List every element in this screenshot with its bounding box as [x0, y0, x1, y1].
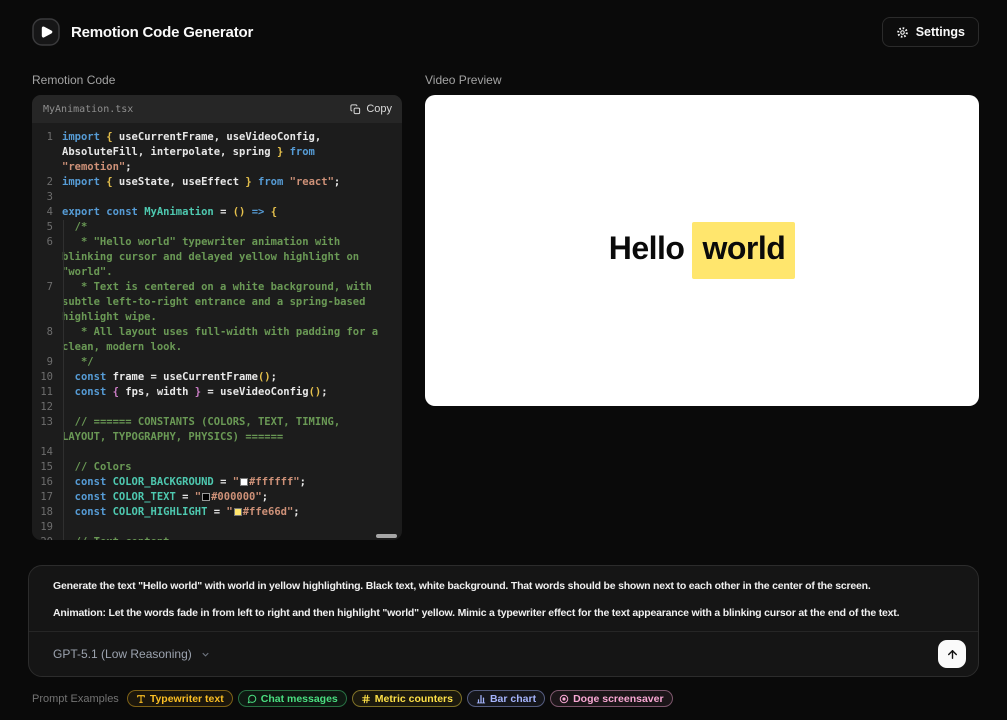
copy-icon: [350, 104, 361, 115]
preview-text-plain: Hello: [609, 230, 685, 266]
gear-icon: [896, 26, 909, 39]
main-area: Remotion Code MyAnimation.tsx Copy 1impo…: [0, 47, 1007, 540]
preview-text: Helloworld: [609, 222, 796, 279]
message-circle-icon: [247, 694, 257, 704]
prompt-box: Generate the text "Hello world" with wor…: [28, 565, 979, 677]
color-swatch: [234, 508, 242, 516]
preview-panel-label: Video Preview: [425, 72, 979, 88]
code-panel: MyAnimation.tsx Copy 1import { useCurren…: [32, 95, 402, 540]
chevron-down-icon: [200, 649, 211, 660]
model-label: GPT-5.1 (Low Reasoning): [53, 647, 192, 661]
code-line: 5 /*: [32, 220, 398, 235]
bar-chart-icon: [476, 694, 486, 704]
pill-label: Metric counters: [375, 693, 453, 705]
video-preview: Helloworld: [425, 95, 979, 406]
prompt-examples: Prompt Examples Typewriter text Chat mes…: [32, 690, 975, 707]
app-header: Remotion Code Generator Settings: [0, 0, 1007, 47]
pill-typewriter-text[interactable]: Typewriter text: [127, 690, 233, 707]
code-line: 6 * "Hello world" typewriter animation w…: [32, 235, 398, 280]
code-line: 10 const frame = useCurrentFrame();: [32, 370, 398, 385]
page-title: Remotion Code Generator: [71, 24, 253, 41]
pill-label: Doge screensaver: [573, 693, 663, 705]
pill-chat-messages[interactable]: Chat messages: [238, 690, 347, 707]
code-line: 1import { useCurrentFrame, useVideoConfi…: [32, 130, 398, 175]
code-line: 11 const { fps, width } = useVideoConfig…: [32, 385, 398, 400]
pill-label: Chat messages: [261, 693, 338, 705]
arrow-up-icon: [946, 648, 959, 661]
prompt-paragraph: Generate the text "Hello world" with wor…: [53, 579, 960, 593]
settings-label: Settings: [916, 25, 965, 39]
code-filename: MyAnimation.tsx: [43, 104, 133, 115]
copy-label: Copy: [366, 103, 392, 115]
color-swatch: [202, 493, 210, 501]
pill-bar-chart[interactable]: Bar chart: [467, 690, 545, 707]
code-line: 9 */: [32, 355, 398, 370]
pill-label: Typewriter text: [150, 693, 224, 705]
remotion-logo-icon: [32, 18, 60, 46]
horizontal-scrollbar-thumb[interactable]: [376, 534, 397, 538]
copy-button[interactable]: Copy: [350, 103, 392, 115]
code-line: 14: [32, 445, 398, 460]
code-line: 8 * All layout uses full-width with padd…: [32, 325, 398, 355]
pill-metric-counters[interactable]: Metric counters: [352, 690, 462, 707]
prompt-examples-label: Prompt Examples: [32, 693, 119, 705]
code-line: 18 const COLOR_HIGHLIGHT = "#ffe66d";: [32, 505, 398, 520]
code-editor[interactable]: 1import { useCurrentFrame, useVideoConfi…: [32, 123, 402, 540]
code-line: 13 // ====== CONSTANTS (COLORS, TEXT, TI…: [32, 415, 398, 445]
pill-label: Bar chart: [490, 693, 536, 705]
code-line: 17 const COLOR_TEXT = "#000000";: [32, 490, 398, 505]
code-line: 19: [32, 520, 398, 535]
prompt-toolbar: GPT-5.1 (Low Reasoning): [29, 631, 978, 676]
prompt-paragraph: Animation: Let the words fade in from le…: [53, 606, 960, 620]
code-panel-header: MyAnimation.tsx Copy: [32, 95, 402, 123]
code-line: 15 // Colors: [32, 460, 398, 475]
model-selector[interactable]: GPT-5.1 (Low Reasoning): [53, 647, 211, 661]
code-panel-label: Remotion Code: [32, 72, 402, 88]
hash-icon: [361, 694, 371, 704]
color-swatch: [240, 478, 248, 486]
disc-icon: [559, 694, 569, 704]
code-line: 20 // Text content: [32, 535, 398, 540]
send-button[interactable]: [938, 640, 966, 668]
code-line: 12: [32, 400, 398, 415]
pill-doge-screensaver[interactable]: Doge screensaver: [550, 690, 672, 707]
prompt-input[interactable]: Generate the text "Hello world" with wor…: [29, 566, 978, 631]
code-line: 2import { useState, useEffect } from "re…: [32, 175, 398, 190]
type-icon: [136, 694, 146, 704]
code-line: 16 const COLOR_BACKGROUND = "#ffffff";: [32, 475, 398, 490]
settings-button[interactable]: Settings: [882, 17, 979, 47]
code-lines: 1import { useCurrentFrame, useVideoConfi…: [32, 130, 398, 540]
preview-text-highlighted: world: [692, 222, 795, 279]
code-line: 7 * Text is centered on a white backgrou…: [32, 280, 398, 325]
code-line: 3: [32, 190, 398, 205]
code-line: 4export const MyAnimation = () => {: [32, 205, 398, 220]
